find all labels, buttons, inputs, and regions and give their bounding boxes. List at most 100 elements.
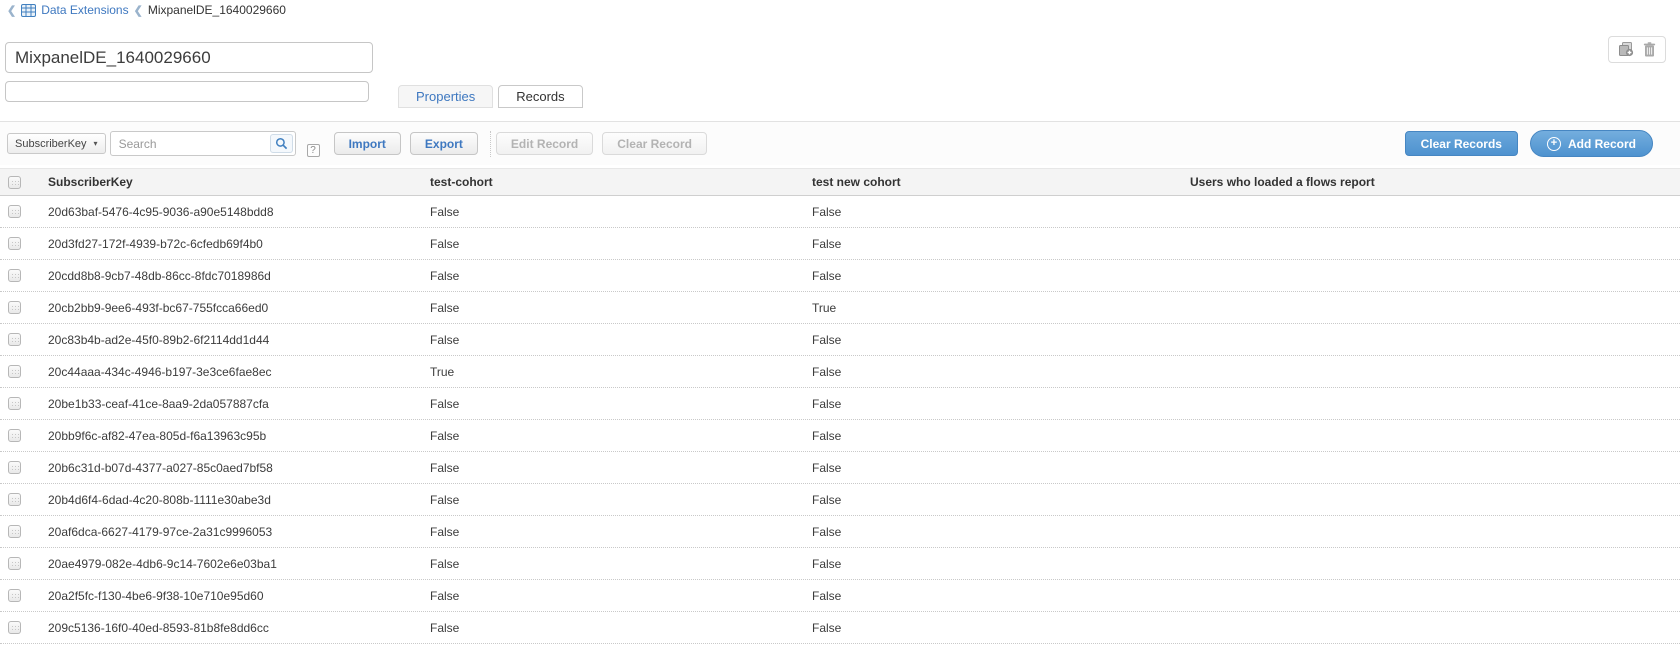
table-row[interactable]: 20be1b33-ceaf-41ce-8aa9-2da057887cfaFals… xyxy=(0,388,1680,420)
data-extension-name-input[interactable] xyxy=(5,42,373,73)
row-checkbox[interactable] xyxy=(8,461,21,474)
records-toolbar: SubscriberKey ▾ ? Import Export Edit Rec… xyxy=(0,121,1680,165)
breadcrumb-data-extensions-link[interactable]: Data Extensions xyxy=(41,3,128,17)
subscriber-key-cell: 20af6dca-6627-4179-97ce-2a31c9996053 xyxy=(40,525,422,539)
table-row[interactable]: 20d3fd27-172f-4939-b72c-6cfedb69f4b0Fals… xyxy=(0,228,1680,260)
row-checkbox-cell xyxy=(0,301,40,314)
clear-records-button[interactable]: Clear Records xyxy=(1405,131,1518,156)
row-checkbox-cell xyxy=(0,205,40,218)
subscriber-key-cell: 20ae4979-082e-4db6-9c14-7602e6e03ba1 xyxy=(40,557,422,571)
clear-record-button[interactable]: Clear Record xyxy=(602,132,707,155)
subscriber-key-cell: 20bb9f6c-af82-47ea-805d-f6a13963c95b xyxy=(40,429,422,443)
import-button[interactable]: Import xyxy=(334,132,401,155)
row-checkbox[interactable] xyxy=(8,269,21,282)
column-header-subscriberkey: SubscriberKey xyxy=(40,175,422,189)
row-checkbox-cell xyxy=(0,333,40,346)
test-cohort-cell: False xyxy=(422,429,804,443)
test-new-cohort-cell: True xyxy=(804,301,1182,315)
row-checkbox-cell xyxy=(0,461,40,474)
table-row[interactable]: 20c44aaa-434c-4946-b197-3e3ce6fae8ecTrue… xyxy=(0,356,1680,388)
row-checkbox[interactable] xyxy=(8,237,21,250)
row-checkbox[interactable] xyxy=(8,333,21,346)
subscriber-key-cell: 20b6c31d-b07d-4377-a027-85c0aed7bf58 xyxy=(40,461,422,475)
data-extension-description-input[interactable] xyxy=(5,81,369,102)
test-new-cohort-cell: False xyxy=(804,589,1182,603)
plus-icon: + xyxy=(1547,137,1561,151)
copy-icon[interactable] xyxy=(1618,42,1634,57)
chevron-down-icon: ▾ xyxy=(94,139,98,148)
test-cohort-cell: False xyxy=(422,301,804,315)
test-new-cohort-cell: False xyxy=(804,493,1182,507)
row-checkbox[interactable] xyxy=(8,429,21,442)
test-new-cohort-cell: False xyxy=(804,621,1182,635)
trash-icon[interactable] xyxy=(1643,42,1656,57)
test-cohort-cell: False xyxy=(422,557,804,571)
records-table-body: 20d63baf-5476-4c95-9036-a90e5148bdd8 Fals… xyxy=(0,196,1680,644)
export-button[interactable]: Export xyxy=(410,132,478,155)
tab-bar: Properties Records xyxy=(398,85,583,108)
table-row[interactable]: 20c83b4b-ad2e-45f0-89b2-6f2114dd1d44 Fals… xyxy=(0,324,1680,356)
row-checkbox[interactable] xyxy=(8,397,21,410)
row-checkbox[interactable] xyxy=(8,493,21,506)
subscriber-key-cell: 20d63baf-5476-4c95-9036-a90e5148bdd8 xyxy=(40,205,422,219)
test-cohort-cell: False xyxy=(422,237,804,251)
row-checkbox[interactable] xyxy=(8,621,21,634)
table-row[interactable]: 20cb2bb9-9ee6-493f-bc67-755fcca66ed0Fals… xyxy=(0,292,1680,324)
row-checkbox-cell xyxy=(0,493,40,506)
row-checkbox-cell xyxy=(0,237,40,250)
edit-record-button[interactable]: Edit Record xyxy=(496,132,593,155)
test-cohort-cell: False xyxy=(422,461,804,475)
row-checkbox[interactable] xyxy=(8,365,21,378)
row-checkbox[interactable] xyxy=(8,557,21,570)
row-checkbox-cell xyxy=(0,397,40,410)
table-row[interactable]: 20cdd8b8-9cb7-48db-86cc-8fdc7018986dFals… xyxy=(0,260,1680,292)
row-checkbox-cell xyxy=(0,269,40,282)
column-header-test-cohort: test-cohort xyxy=(422,175,804,189)
subscriber-key-cell: 20cdd8b8-9cb7-48db-86cc-8fdc7018986d xyxy=(40,269,422,283)
test-new-cohort-cell: False xyxy=(804,333,1182,347)
subscriber-key-cell: 20c83b4b-ad2e-45f0-89b2-6f2114dd1d44 xyxy=(40,333,422,347)
table-row[interactable]: 20bb9f6c-af82-47ea-805d-f6a13963c95bFals… xyxy=(0,420,1680,452)
row-checkbox-cell xyxy=(0,589,40,602)
search-box xyxy=(110,131,296,156)
toolbar-divider xyxy=(490,131,491,157)
test-cohort-cell: False xyxy=(422,525,804,539)
row-checkbox-cell xyxy=(0,557,40,570)
table-row[interactable]: 209c5136-16f0-40ed-8593-81b8fe8dd6cc Fals… xyxy=(0,612,1680,644)
test-cohort-cell: False xyxy=(422,589,804,603)
tab-properties[interactable]: Properties xyxy=(398,85,493,108)
test-cohort-cell: False xyxy=(422,269,804,283)
test-new-cohort-cell: False xyxy=(804,365,1182,379)
test-new-cohort-cell: False xyxy=(804,269,1182,283)
column-header-test-new-cohort: test new cohort xyxy=(804,175,1182,189)
row-checkbox[interactable] xyxy=(8,525,21,538)
row-checkbox-cell xyxy=(0,429,40,442)
add-record-button[interactable]: + Add Record xyxy=(1530,130,1653,157)
subscriber-key-cell: 20a2f5fc-f130-4be6-9f38-10e710e95d60 xyxy=(40,589,422,603)
row-checkbox-cell xyxy=(0,621,40,634)
search-icon xyxy=(275,137,288,150)
row-checkbox[interactable] xyxy=(8,589,21,602)
search-button[interactable] xyxy=(270,134,293,153)
tab-records[interactable]: Records xyxy=(498,85,582,108)
row-checkbox[interactable] xyxy=(8,205,21,218)
test-new-cohort-cell: False xyxy=(804,205,1182,219)
table-row[interactable]: 20d63baf-5476-4c95-9036-a90e5148bdd8 Fals… xyxy=(0,196,1680,228)
header-checkbox-cell xyxy=(0,176,40,189)
search-field-selector[interactable]: SubscriberKey ▾ xyxy=(7,133,106,154)
row-checkbox[interactable] xyxy=(8,301,21,314)
table-row[interactable]: 20a2f5fc-f130-4be6-9f38-10e710e95d60Fals… xyxy=(0,580,1680,612)
table-row[interactable]: 20af6dca-6627-4179-97ce-2a31c9996053Fals… xyxy=(0,516,1680,548)
help-icon[interactable]: ? xyxy=(307,144,320,157)
table-row[interactable]: 20ae4979-082e-4db6-9c14-7602e6e03ba1Fals… xyxy=(0,548,1680,580)
back-chevron-icon[interactable]: ❮ xyxy=(7,4,16,17)
test-new-cohort-cell: False xyxy=(804,461,1182,475)
column-header-users-flows-report: Users who loaded a flows report xyxy=(1182,175,1680,189)
select-all-checkbox[interactable] xyxy=(8,176,21,189)
table-row[interactable]: 20b4d6f4-6dad-4c20-808b-1111e30abe3dFals… xyxy=(0,484,1680,516)
search-input[interactable] xyxy=(111,132,263,155)
subscriber-key-cell: 209c5136-16f0-40ed-8593-81b8fe8dd6cc xyxy=(40,621,422,635)
toolbar-right-group: Clear Records + Add Record xyxy=(1405,130,1673,157)
test-new-cohort-cell: False xyxy=(804,397,1182,411)
table-row[interactable]: 20b6c31d-b07d-4377-a027-85c0aed7bf58Fals… xyxy=(0,452,1680,484)
